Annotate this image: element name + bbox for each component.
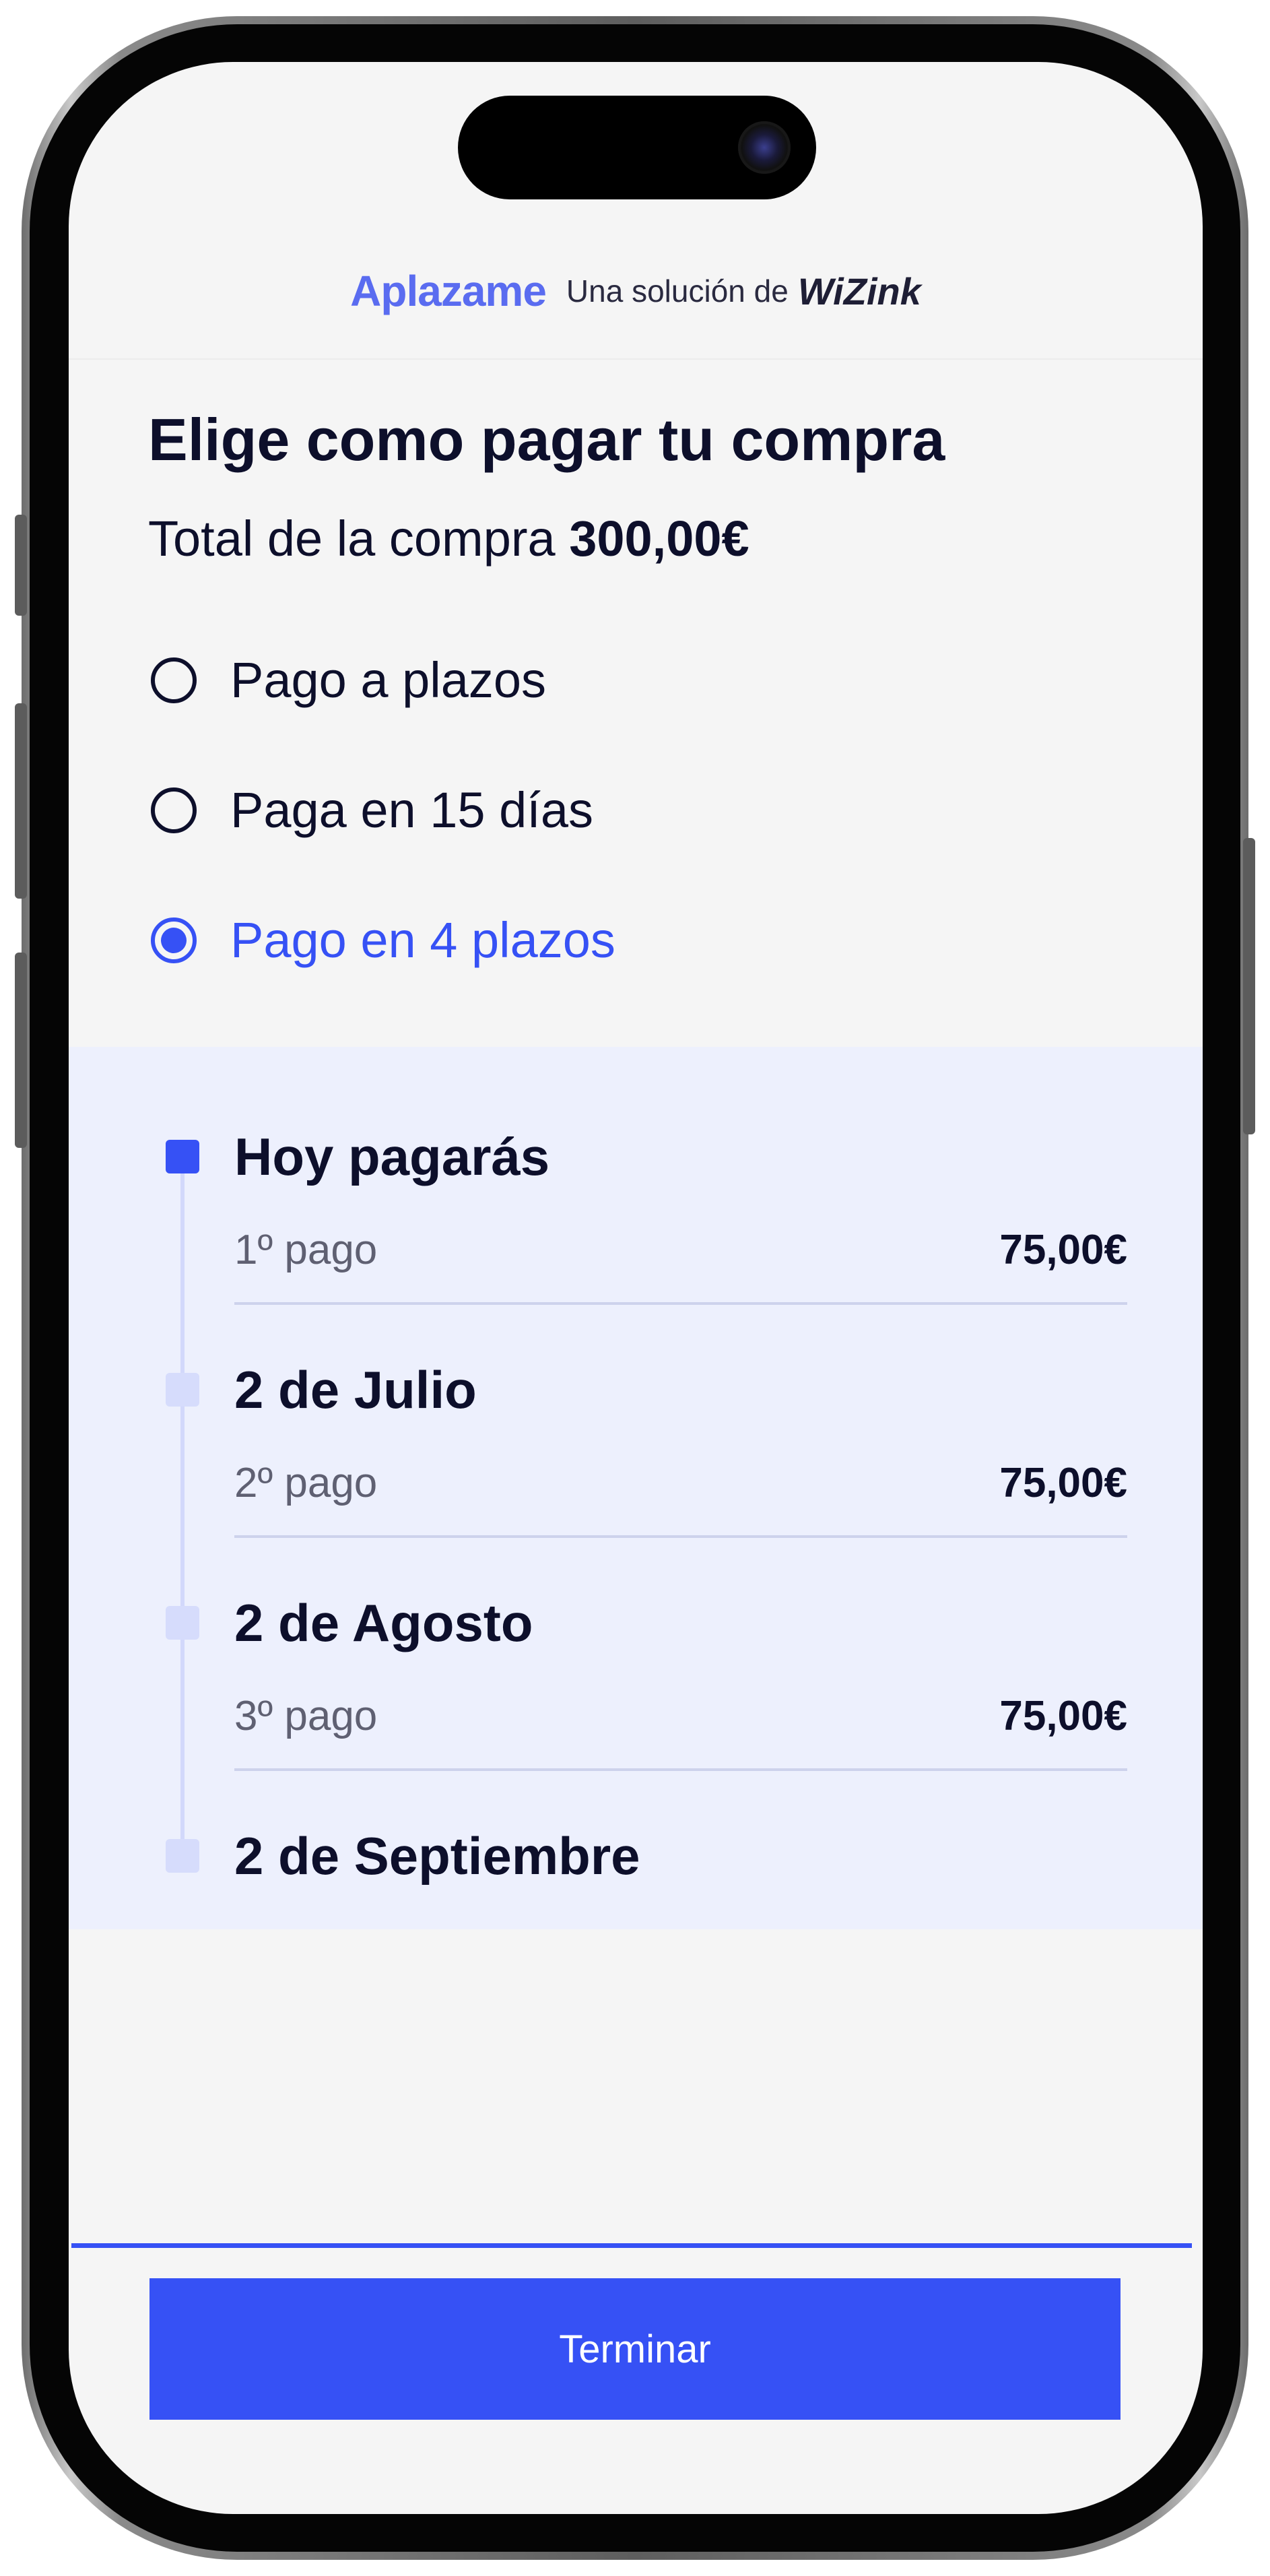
power-button — [1243, 838, 1255, 1134]
option-label: Pago a plazos — [230, 652, 547, 708]
divider — [234, 1535, 1127, 1538]
timeline-marker — [166, 1606, 199, 1640]
radio-icon[interactable] — [151, 787, 197, 833]
radio-selected-icon[interactable] — [151, 917, 197, 963]
installment-amount: 75,00€ — [999, 1227, 1127, 1273]
action-button — [15, 515, 27, 616]
installment-label: 1º pago — [234, 1227, 378, 1273]
installment-label: 3º pago — [234, 1693, 378, 1739]
option-label: Paga en 15 días — [230, 782, 593, 838]
aplazame-logo: Aplazame — [350, 267, 547, 315]
page-title: Elige como pagar tu compra — [148, 406, 945, 473]
screen: Aplazame Una solución de WiZink Elige co… — [69, 62, 1203, 2514]
option-pago-en-4-plazos[interactable]: Pago en 4 plazos — [151, 911, 615, 969]
wizink-logo: WiZink — [797, 269, 921, 313]
timeline-marker — [166, 1373, 199, 1407]
purchase-total: Total de la compra 300,00€ — [148, 510, 749, 567]
timeline-marker — [166, 1839, 199, 1873]
dynamic-island — [458, 96, 816, 199]
brand-tagline: Una solución de — [566, 273, 789, 309]
radio-icon[interactable] — [151, 657, 197, 703]
installment-plan: Hoy pagarás 1º pago 75,00€ 2 de Julio 2º… — [69, 1047, 1203, 1929]
total-value: 300,00€ — [569, 511, 749, 567]
footer-accent-line — [71, 2243, 1192, 2248]
option-label: Pago en 4 plazos — [230, 912, 615, 968]
terminar-button[interactable]: Terminar — [149, 2278, 1121, 2420]
installment-label: 2º pago — [234, 1460, 378, 1506]
installment-date: Hoy pagarás — [234, 1127, 550, 1186]
volume-down-button — [15, 953, 27, 1148]
camera-icon — [738, 121, 791, 174]
volume-up-button — [15, 703, 27, 899]
option-pago-a-plazos[interactable]: Pago a plazos — [151, 651, 546, 709]
installment-amount: 75,00€ — [999, 1460, 1127, 1506]
installment-amount: 75,00€ — [999, 1693, 1127, 1739]
installment-date: 2 de Julio — [234, 1360, 477, 1419]
total-label: Total de la compra — [148, 511, 556, 567]
brand-header: Aplazame Una solución de WiZink — [69, 224, 1203, 360]
divider — [234, 1768, 1127, 1771]
installment-date: 2 de Septiembre — [234, 1826, 640, 1886]
option-paga-en-15-dias[interactable]: Paga en 15 días — [151, 781, 593, 839]
timeline-line — [180, 1161, 185, 1848]
divider — [234, 1302, 1127, 1305]
timeline-marker-active — [166, 1140, 199, 1173]
installment-date: 2 de Agosto — [234, 1593, 533, 1652]
